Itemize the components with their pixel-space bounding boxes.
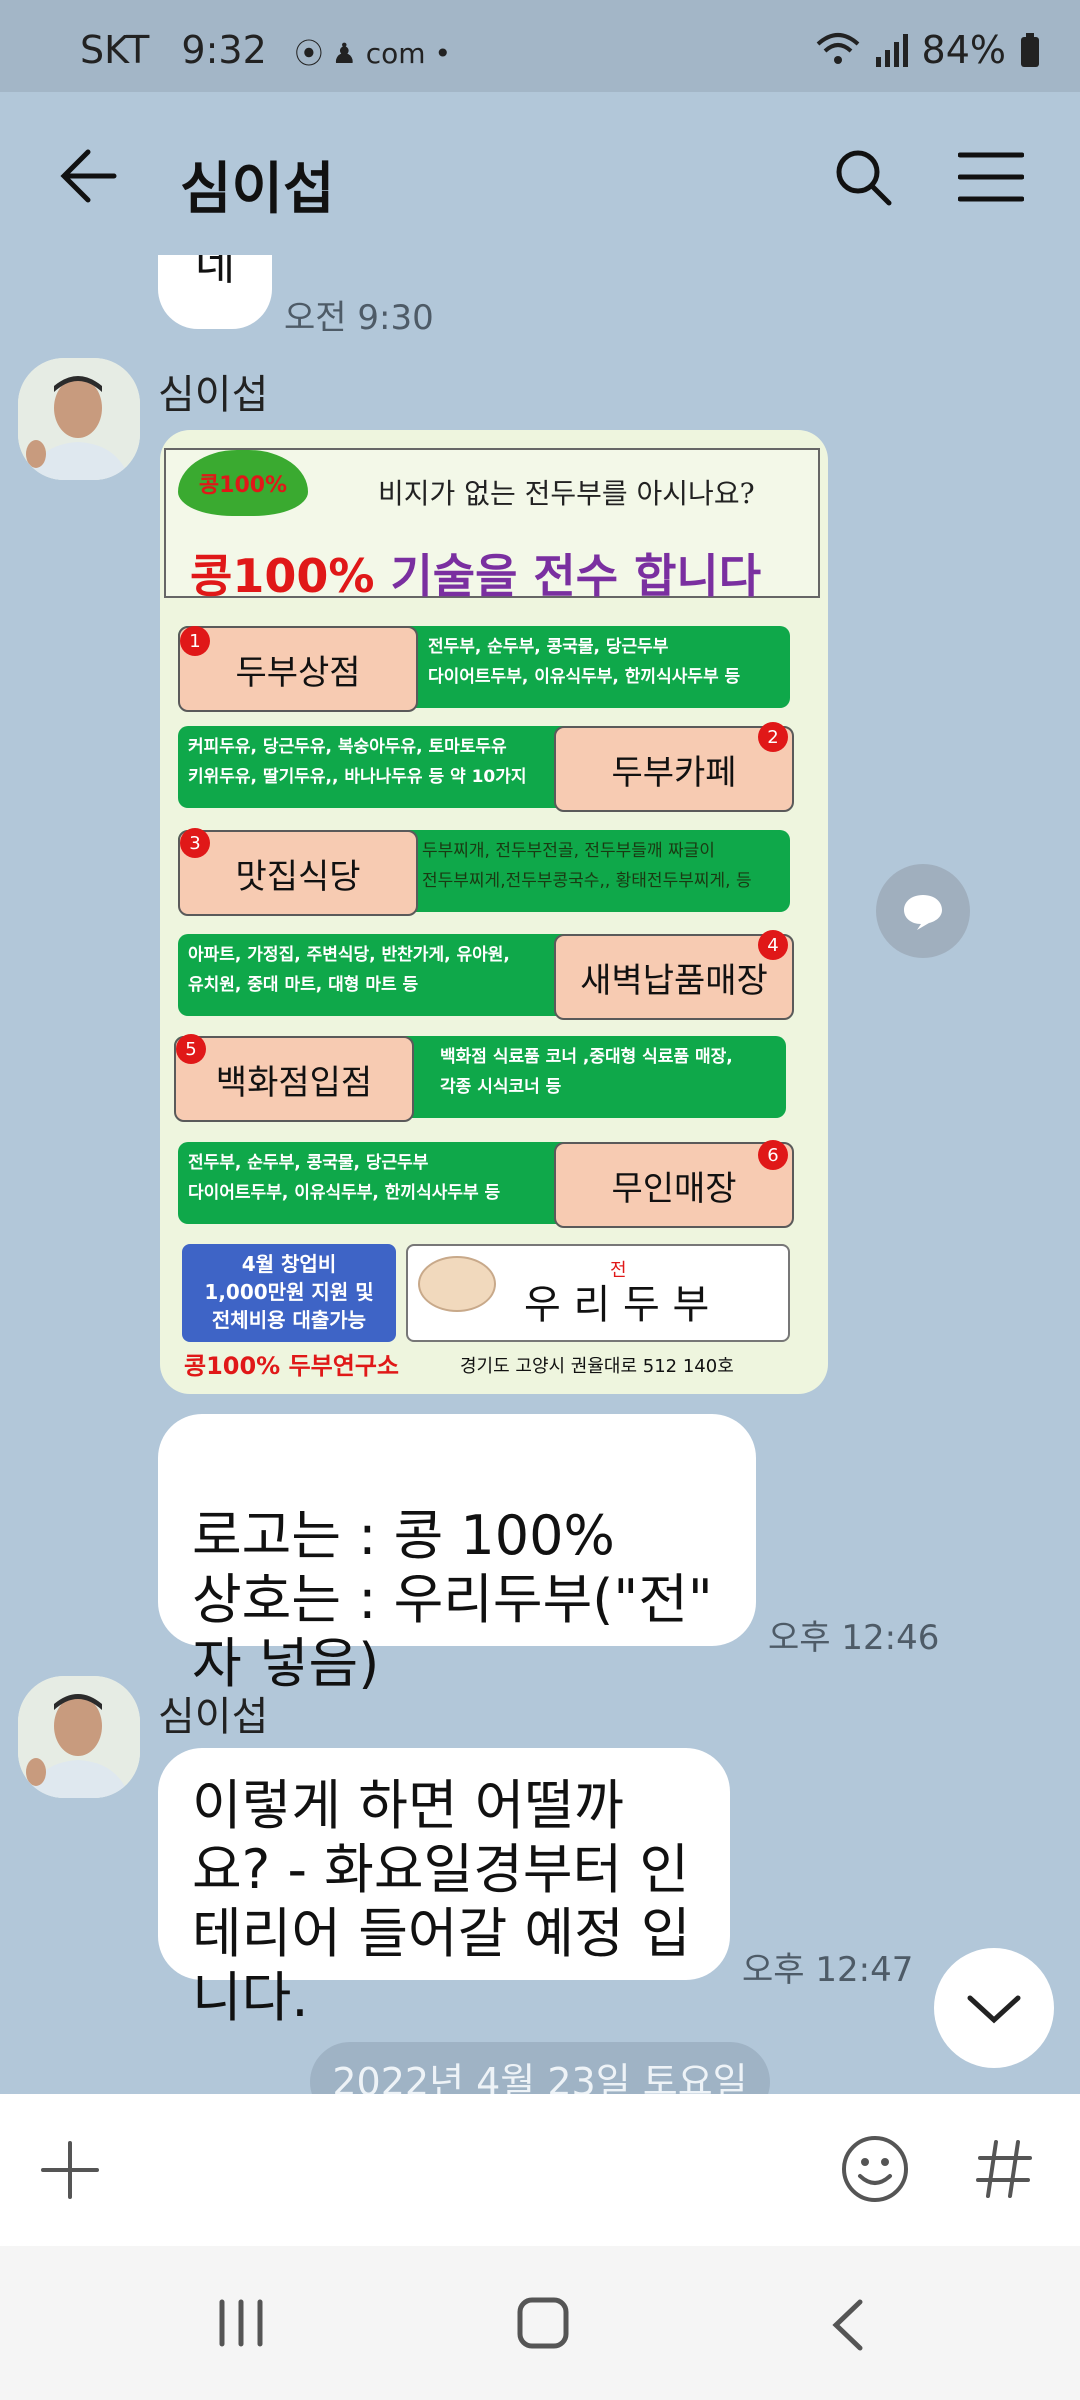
- signal-icon: [875, 34, 908, 67]
- row-number-badge: 5: [176, 1034, 206, 1064]
- row-title: 맛집식당: [235, 856, 361, 897]
- sender-name: 심이섭: [158, 1694, 269, 1740]
- message-input-bar: [0, 2094, 1080, 2246]
- share-button[interactable]: [876, 864, 970, 958]
- bean-logo: 콩100%: [178, 450, 308, 516]
- message-text: 네: [194, 255, 236, 290]
- message-bubble-partial[interactable]: 네: [158, 255, 272, 329]
- emoji-icon[interactable]: [840, 2134, 910, 2204]
- profile-photo: [18, 1676, 140, 1798]
- avatar[interactable]: [18, 1676, 140, 1798]
- recent-apps-icon[interactable]: [216, 2298, 266, 2348]
- poster-headline: 콩100% 기술을 전수 합니다: [190, 540, 761, 606]
- back-icon[interactable]: [830, 2298, 864, 2352]
- status-right: 84%: [816, 28, 1040, 72]
- profile-photo: [18, 358, 140, 480]
- message-bubble[interactable]: 이렇게 하면 어떨까요? - 화요일경부터 인테리어 들어갈 예정 입니다.: [158, 1748, 730, 2029]
- back-arrow-icon[interactable]: [60, 148, 118, 204]
- message-time: 오전 9:30: [284, 298, 434, 338]
- home-icon[interactable]: [516, 2296, 570, 2350]
- status-bar: SKT 9:32 ⦿ ♟ com • 84%: [0, 0, 1080, 92]
- poster-address: 경기도 고양시 권율대로 512 140호: [460, 1356, 734, 1377]
- row-desc: 백화점 식료품 코너 ,중대형 식료품 매장, 각종 시식코너 등: [440, 1047, 733, 1097]
- row-number-badge: 4: [758, 930, 788, 960]
- promo-box: 4월 창업비 1,000만원 지원 및 전체비용 대출가능: [182, 1244, 396, 1342]
- row-title-box: 맛집식당: [178, 830, 418, 916]
- scroll-down-button[interactable]: [934, 1948, 1054, 2068]
- carrier-label: SKT: [80, 28, 150, 72]
- row-title: 백화점입점: [215, 1062, 373, 1103]
- chat-header: 심이섭: [0, 92, 1080, 260]
- sender-name: 심이섭: [158, 372, 269, 418]
- avatar[interactable]: [18, 358, 140, 480]
- hashtag-icon[interactable]: [974, 2138, 1034, 2200]
- row-desc: 두부찌개, 전두부전골, 전두부들깨 짜글이 전두부찌게,전두부콩국수,, 황태…: [422, 841, 752, 891]
- wifi-icon: [816, 33, 859, 64]
- row-desc: 아파트, 가정집, 주변식당, 반찬가게, 유아원, 유치원, 중대 마트, 대…: [188, 945, 510, 995]
- message-bubble[interactable]: 로고는 : 콩 100% 상호는 : 우리두부("전" 자 넣음): [158, 1414, 756, 1695]
- row-number-badge: 3: [180, 828, 210, 858]
- status-left: SKT 9:32 ⦿ ♟ com •: [80, 28, 451, 72]
- institute-name: 콩100% 두부연구소: [184, 1352, 399, 1380]
- poster-header-box: 콩100% 비지가 없는 전두부를 아시나요? 콩100% 기술을 전수 합니다: [164, 448, 820, 603]
- brand-name: 우 리 두 부: [524, 1282, 710, 1328]
- row-desc: 전두부, 순두부, 콩국물, 당근두부 다이어트두부, 이유식두부, 한끼식사두…: [188, 1153, 501, 1203]
- notification-icons: ⦿ ♟ com •: [294, 37, 451, 70]
- share-bubble-icon: [904, 895, 942, 930]
- chat-title: 심이섭: [180, 157, 335, 222]
- logo-text: 콩100%: [198, 473, 288, 498]
- message-time: 오후 12:47: [742, 1950, 914, 1990]
- row-desc: 전두부, 순두부, 콩국물, 당근두부 다이어트두부, 이유식두부, 한끼식사두…: [428, 637, 741, 687]
- row-number-badge: 6: [758, 1140, 788, 1170]
- plus-icon[interactable]: [40, 2140, 100, 2200]
- battery-icon: [1021, 33, 1039, 67]
- row-title: 두부상점: [235, 652, 361, 693]
- headline-red: 콩100%: [190, 549, 375, 603]
- battery-percent: 84%: [921, 28, 1006, 72]
- row-title: 두부카페: [611, 752, 737, 793]
- row-desc: 커피두유, 당근두유, 복숭아두유, 토마토두유 키위두유, 딸기두유,, 바나…: [188, 737, 527, 787]
- system-nav-bar: [0, 2246, 1080, 2400]
- headline-purple: 기술을 전수 합니다: [374, 549, 762, 603]
- message-time: 오후 12:46: [768, 1618, 940, 1658]
- row-title-box: 두부상점: [178, 626, 418, 712]
- message-input[interactable]: [130, 2124, 810, 2216]
- chevron-down-icon: [967, 1995, 1021, 2024]
- poster-tagline: 비지가 없는 전두부를 아시나요?: [378, 477, 755, 510]
- row-number-badge: 1: [180, 626, 210, 656]
- clock: 9:32: [181, 28, 267, 72]
- menu-icon[interactable]: [958, 152, 1024, 202]
- food-plate-icon: [418, 1256, 496, 1312]
- search-icon[interactable]: [834, 148, 892, 206]
- row-title: 무인매장: [611, 1168, 737, 1209]
- message-text: 로고는 : 콩 100% 상호는 : 우리두부("전" 자 넣음): [192, 1504, 713, 1695]
- row-number-badge: 2: [758, 722, 788, 752]
- poster-image[interactable]: 콩100% 비지가 없는 전두부를 아시나요? 콩100% 기술을 전수 합니다…: [160, 430, 828, 1394]
- row-title: 새벽납품매장: [580, 960, 768, 1001]
- brand-box: 전 우 리 두 부: [406, 1244, 790, 1342]
- message-text: 이렇게 하면 어떨까요? - 화요일경부터 인테리어 들어갈 예정 입니다.: [192, 1774, 691, 2029]
- row-title-box: 백화점입점: [174, 1036, 414, 1122]
